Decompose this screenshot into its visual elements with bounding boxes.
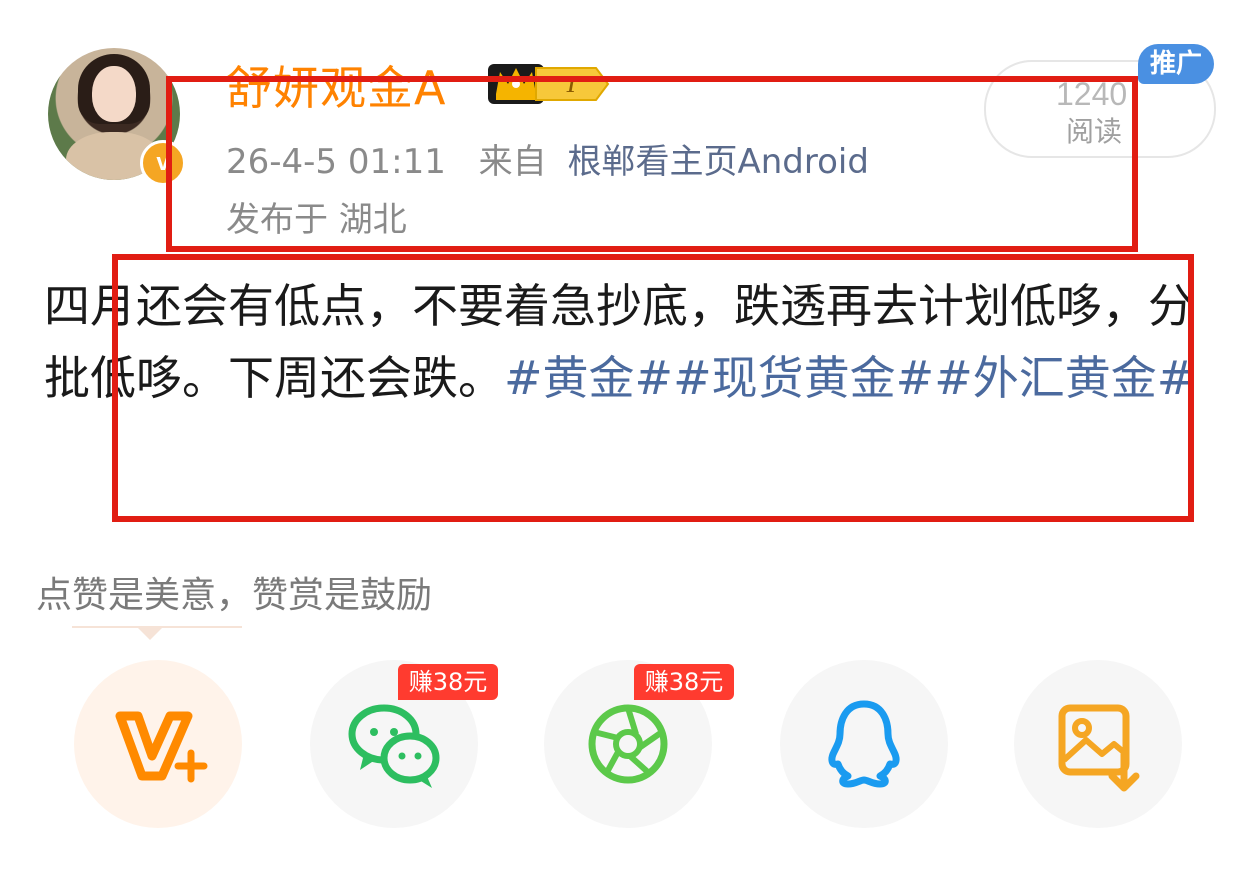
wechat-icon [348,704,440,788]
save-image-button[interactable] [1014,660,1182,828]
praise-caption: 点赞是美意，赞赏是鼓励 [36,575,433,616]
earn-badge-moments: 赚38元 [634,664,734,700]
highlight-box-header [166,76,1138,252]
caption-pointer [136,626,164,640]
save-image-icon [1058,704,1140,792]
qq-icon [828,700,900,788]
avatar-face [92,66,136,122]
v-plus-icon [115,711,208,783]
highlight-box-body [112,254,1194,522]
earn-badge-wechat: 赚38元 [398,664,498,700]
moments-icon [588,704,668,784]
promo-badge[interactable]: 推广 [1138,44,1214,84]
share-qq-button[interactable] [780,660,948,828]
reward-v-plus-button[interactable] [74,660,242,828]
weibo-post-card: v 舒妍观金A 1 26-4-5 01:11 来自 根郸看主页Android 发… [0,0,1256,872]
